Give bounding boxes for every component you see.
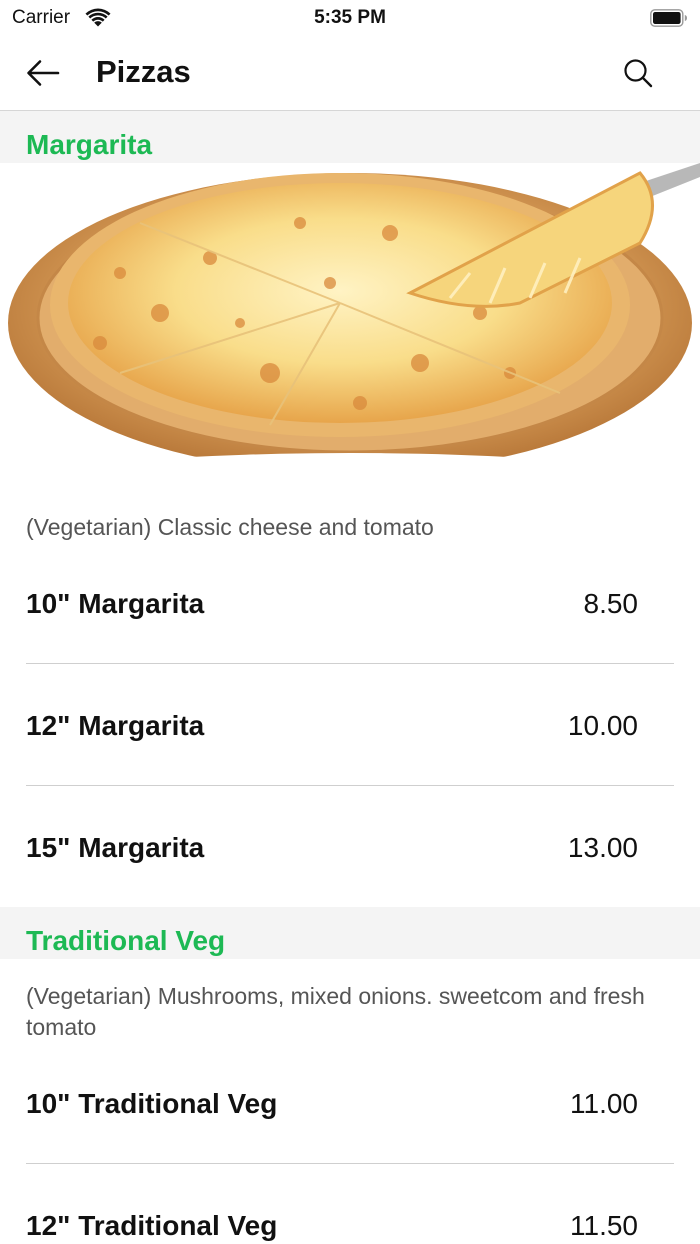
section-header-margarita: Margarita: [0, 111, 700, 163]
item-price: 13.00: [567, 832, 638, 863]
item-name: 10" Margarita: [26, 588, 205, 619]
item-price: 11.50: [570, 1210, 638, 1241]
item-price: 8.50: [583, 588, 639, 619]
item-price: 11.00: [570, 1088, 638, 1119]
search-button[interactable]: [620, 54, 656, 92]
item-description: (Vegetarian) Classic cheese and tomato: [26, 514, 434, 540]
menu-item-row[interactable]: 12" Margarita 10.00: [0, 686, 700, 766]
item-name: 15" Margarita: [26, 832, 205, 863]
nav-bar: Pizzas: [0, 36, 700, 111]
divider: [26, 663, 674, 664]
menu-item-row[interactable]: 10" Margarita 8.50: [0, 564, 700, 644]
menu-item-row[interactable]: 15" Margarita 13.00: [0, 808, 700, 888]
item-description: (Vegetarian) Mushrooms, mixed onions. sw…: [26, 983, 645, 1040]
divider: [26, 1163, 674, 1164]
page-title: Pizzas: [96, 54, 191, 89]
menu-item-row[interactable]: 12" Traditional Veg 11.50: [0, 1186, 700, 1244]
pizza-image: [0, 163, 700, 490]
search-icon: [624, 59, 653, 88]
battery-icon: [650, 9, 687, 27]
section-header-traditional-veg: Traditional Veg: [0, 907, 700, 959]
item-name: 12" Margarita: [26, 710, 205, 741]
divider: [26, 785, 674, 786]
item-price: 10.00: [567, 710, 638, 741]
arrow-left-icon: [27, 60, 60, 86]
item-name: 12" Traditional Veg: [26, 1210, 278, 1241]
back-button[interactable]: [22, 54, 64, 92]
clock: 5:35 PM: [314, 7, 386, 28]
status-bar: Carrier 5:35 PM: [0, 0, 700, 36]
section-title: Margarita: [26, 129, 153, 160]
section-title: Traditional Veg: [26, 925, 226, 956]
menu-item-row[interactable]: 10" Traditional Veg 11.00: [0, 1064, 700, 1144]
item-name: 10" Traditional Veg: [26, 1088, 278, 1119]
